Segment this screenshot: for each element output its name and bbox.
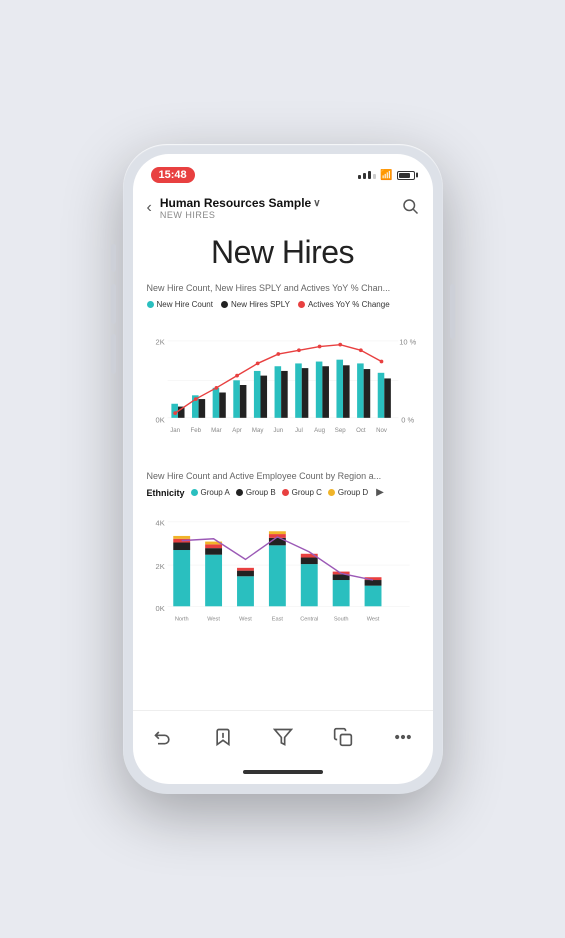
chart2-title: New Hire Count and Active Employee Count…	[147, 471, 419, 483]
chart2-section: New Hire Count and Active Employee Count…	[147, 471, 419, 659]
svg-text:May: May	[251, 427, 263, 434]
svg-text:Mar: Mar	[211, 427, 221, 434]
phone-frame: 15:48 📶 ‹ Human Resources Sample	[123, 144, 443, 794]
nav-title: Human Resources Sample ∨	[160, 196, 401, 210]
nav-bar: ‹ Human Resources Sample ∨ NEW HIRES	[133, 190, 433, 226]
legend-item-new-hire-count: New Hire Count	[147, 300, 213, 309]
chart1-svg: 2K 0K 10 % 0 %	[147, 315, 419, 455]
chart1-title: New Hire Count, New Hires SPLY and Activ…	[147, 283, 419, 295]
legend-item-group-b: Group B	[236, 488, 276, 497]
svg-text:0K: 0K	[155, 415, 164, 424]
search-button[interactable]	[401, 197, 419, 220]
scroll-area[interactable]: New Hire Count, New Hires SPLY and Activ…	[133, 283, 433, 710]
nav-title-text: Human Resources Sample	[160, 196, 311, 210]
svg-text:Nov: Nov	[376, 427, 388, 434]
svg-text:Oct: Oct	[356, 427, 366, 434]
home-indicator	[133, 760, 433, 784]
legend-dot-actives-yoy	[298, 301, 305, 308]
legend-label-new-hire-count: New Hire Count	[157, 300, 213, 309]
svg-text:Aug: Aug	[314, 427, 325, 434]
status-bar: 15:48 📶	[133, 154, 433, 190]
svg-text:South: South	[333, 617, 348, 623]
svg-text:Feb: Feb	[190, 427, 201, 434]
svg-text:Apr: Apr	[232, 427, 241, 434]
bottom-toolbar	[133, 710, 433, 760]
legend-label-group-d: Group D	[338, 488, 368, 497]
legend-dot-new-hire-count	[147, 301, 154, 308]
svg-text:North: North	[174, 617, 188, 623]
nav-subtitle: NEW HIRES	[160, 210, 401, 220]
legend-dot-group-c	[282, 489, 289, 496]
signal-icon	[358, 171, 376, 179]
chart1-legend: New Hire Count New Hires SPLY Actives Yo…	[147, 300, 419, 309]
svg-text:2K: 2K	[155, 337, 164, 346]
bookmark-button[interactable]	[213, 727, 233, 747]
svg-text:West: West	[207, 617, 220, 623]
legend-dot-group-d	[328, 489, 335, 496]
svg-text:2K: 2K	[155, 562, 164, 571]
undo-button[interactable]	[153, 727, 173, 747]
legend-label-group-a: Group A	[201, 488, 230, 497]
status-time: 15:48	[151, 167, 195, 183]
legend-label-group-b: Group B	[246, 488, 276, 497]
legend-dot-group-a	[191, 489, 198, 496]
svg-text:West: West	[239, 617, 252, 623]
legend-label-actives-yoy: Actives YoY % Change	[308, 300, 390, 309]
legend-label-new-hire-sply: New Hires SPLY	[231, 300, 290, 309]
home-bar	[243, 770, 323, 774]
legend-item-actives-yoy: Actives YoY % Change	[298, 300, 390, 309]
svg-text:East: East	[271, 617, 283, 623]
mute-button[interactable]	[111, 334, 116, 374]
more-button[interactable]	[393, 727, 413, 747]
status-icons: 📶	[358, 170, 414, 181]
power-button[interactable]	[450, 284, 455, 339]
legend-dot-new-hire-sply	[221, 301, 228, 308]
chart2-svg: 4K 2K 0K	[147, 503, 419, 658]
legend-dot-group-b	[236, 489, 243, 496]
volume-up-button[interactable]	[111, 244, 116, 272]
svg-text:Jun: Jun	[273, 427, 283, 434]
legend-next-button[interactable]: ▶	[376, 487, 384, 498]
svg-text:0K: 0K	[155, 604, 164, 613]
nav-title-block: Human Resources Sample ∨ NEW HIRES	[160, 196, 401, 220]
phone-screen: 15:48 📶 ‹ Human Resources Sample	[133, 154, 433, 784]
legend-item-group-a: Group A	[191, 488, 230, 497]
filter-button[interactable]	[273, 727, 293, 747]
svg-text:4K: 4K	[155, 519, 164, 528]
legend-label-group-c: Group C	[292, 488, 322, 497]
copy-button[interactable]	[333, 727, 353, 747]
legend-item-new-hire-sply: New Hires SPLY	[221, 300, 290, 309]
chart1-visual: 2K 0K 10 % 0 %	[147, 315, 419, 455]
svg-text:0 %: 0 %	[401, 415, 414, 424]
legend-item-group-c: Group C	[282, 488, 322, 497]
chart2-visual: 4K 2K 0K	[147, 503, 419, 658]
ethnicity-row: Ethnicity Group A Group B Group C	[147, 487, 419, 498]
wifi-icon: 📶	[380, 170, 392, 181]
svg-text:Sep: Sep	[334, 427, 345, 434]
svg-text:Jan: Jan	[170, 427, 180, 434]
chart1-section: New Hire Count, New Hires SPLY and Activ…	[147, 283, 419, 455]
back-button[interactable]: ‹	[147, 199, 152, 217]
ethnicity-label: Ethnicity	[147, 488, 185, 498]
page-title: New Hires	[133, 226, 433, 283]
nav-chevron: ∨	[313, 198, 320, 209]
svg-text:10 %: 10 %	[399, 337, 416, 346]
svg-text:Jul: Jul	[295, 427, 303, 434]
volume-down-button[interactable]	[111, 284, 116, 324]
battery-icon	[397, 171, 415, 180]
svg-text:Central: Central	[300, 617, 318, 623]
legend-item-group-d: Group D	[328, 488, 368, 497]
svg-text:West: West	[366, 617, 379, 623]
